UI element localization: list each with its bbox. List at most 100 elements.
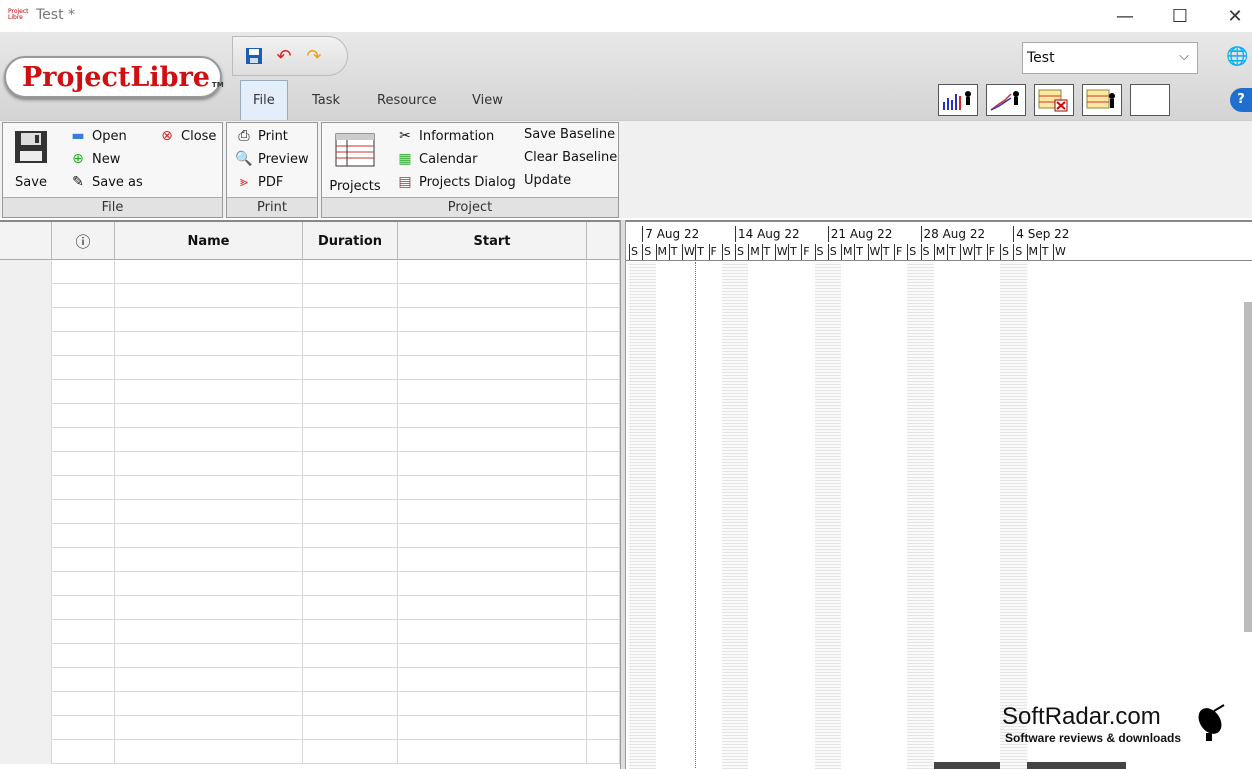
- table-cell[interactable]: [587, 548, 620, 572]
- table-row[interactable]: [0, 452, 620, 476]
- table-cell[interactable]: [398, 452, 587, 476]
- table-cell[interactable]: [52, 356, 115, 380]
- table-cell[interactable]: [115, 476, 303, 500]
- table-row[interactable]: [0, 428, 620, 452]
- table-row[interactable]: [0, 572, 620, 596]
- help-icon[interactable]: ?: [1230, 88, 1252, 112]
- row-header-cell[interactable]: [0, 668, 52, 692]
- tab-task[interactable]: Task: [300, 80, 352, 120]
- table-cell[interactable]: [303, 380, 398, 404]
- table-cell[interactable]: [398, 644, 587, 668]
- table-cell[interactable]: [398, 716, 587, 740]
- table-cell[interactable]: [587, 572, 620, 596]
- clear-baseline-button[interactable]: Clear Baseline: [524, 150, 617, 165]
- extra-column-header[interactable]: [587, 222, 620, 260]
- table-cell[interactable]: [303, 332, 398, 356]
- table-cell[interactable]: [115, 740, 303, 764]
- row-header-cell[interactable]: [0, 380, 52, 404]
- table-cell[interactable]: [398, 428, 587, 452]
- table-cell[interactable]: [52, 620, 115, 644]
- table-cell[interactable]: [115, 668, 303, 692]
- row-header-cell[interactable]: [0, 740, 52, 764]
- row-header-cell[interactable]: [0, 284, 52, 308]
- open-button[interactable]: ▬ Open: [69, 127, 126, 145]
- table-cell[interactable]: [398, 404, 587, 428]
- table-cell[interactable]: [587, 452, 620, 476]
- table-cell[interactable]: [52, 572, 115, 596]
- close-button[interactable]: ⊗ Close: [158, 127, 216, 145]
- empty-view-button[interactable]: [1130, 84, 1170, 116]
- table-cell[interactable]: [587, 284, 620, 308]
- table-cell[interactable]: [398, 284, 587, 308]
- table-row[interactable]: [0, 332, 620, 356]
- row-header-cell[interactable]: [0, 476, 52, 500]
- row-header-cell[interactable]: [0, 260, 52, 284]
- table-cell[interactable]: [303, 572, 398, 596]
- globe-icon[interactable]: 🌐: [1226, 46, 1248, 67]
- row-header-cell[interactable]: [0, 308, 52, 332]
- table-cell[interactable]: [303, 596, 398, 620]
- table-cell[interactable]: [52, 452, 115, 476]
- table-cell[interactable]: [587, 500, 620, 524]
- table-cell[interactable]: [398, 308, 587, 332]
- table-row[interactable]: [0, 404, 620, 428]
- table-cell[interactable]: [115, 644, 303, 668]
- table-cell[interactable]: [115, 548, 303, 572]
- table-row[interactable]: [0, 644, 620, 668]
- table-row[interactable]: [0, 716, 620, 740]
- table-cell[interactable]: [398, 476, 587, 500]
- table-cell[interactable]: [52, 644, 115, 668]
- table-cell[interactable]: [52, 716, 115, 740]
- table-cell[interactable]: [115, 572, 303, 596]
- preview-button[interactable]: 🔍 Preview: [235, 150, 308, 168]
- table-cell[interactable]: [115, 404, 303, 428]
- table-row[interactable]: [0, 740, 620, 764]
- pdf-button[interactable]: ⪢ PDF: [235, 173, 283, 191]
- table-row[interactable]: [0, 356, 620, 380]
- tab-file[interactable]: File: [240, 80, 288, 120]
- new-button[interactable]: ⊕ New: [69, 150, 120, 168]
- row-header-cell[interactable]: [0, 548, 52, 572]
- table-cell[interactable]: [52, 548, 115, 572]
- table-cell[interactable]: [52, 308, 115, 332]
- row-header-cell[interactable]: [0, 524, 52, 548]
- row-header-cell[interactable]: [0, 428, 52, 452]
- row-header-cell[interactable]: [0, 404, 52, 428]
- table-cell[interactable]: [587, 380, 620, 404]
- undo-icon[interactable]: ↶: [273, 45, 295, 67]
- table-row[interactable]: [0, 524, 620, 548]
- table-cell[interactable]: [303, 452, 398, 476]
- table-cell[interactable]: [52, 740, 115, 764]
- table-cell[interactable]: [303, 404, 398, 428]
- table-row[interactable]: [0, 668, 620, 692]
- table-cell[interactable]: [303, 260, 398, 284]
- calendar-button[interactable]: ▦ Calendar: [396, 150, 477, 168]
- redo-icon[interactable]: ↷: [303, 45, 325, 67]
- table-cell[interactable]: [52, 668, 115, 692]
- table-cell[interactable]: [303, 500, 398, 524]
- table-cell[interactable]: [398, 332, 587, 356]
- table-cell[interactable]: [115, 692, 303, 716]
- table-cell[interactable]: [115, 596, 303, 620]
- table-cell[interactable]: [398, 596, 587, 620]
- table-cell[interactable]: [52, 428, 115, 452]
- table-cell[interactable]: [303, 524, 398, 548]
- print-button[interactable]: ⎙ Print: [235, 127, 288, 145]
- table-row[interactable]: [0, 692, 620, 716]
- information-button[interactable]: ✂ Information: [396, 127, 494, 145]
- table-cell[interactable]: [587, 716, 620, 740]
- table-cell[interactable]: [398, 668, 587, 692]
- table-cell[interactable]: [398, 500, 587, 524]
- table-row[interactable]: [0, 548, 620, 572]
- table-cell[interactable]: [115, 380, 303, 404]
- table-cell[interactable]: [587, 524, 620, 548]
- table-cell[interactable]: [303, 308, 398, 332]
- minimize-button[interactable]: —: [1102, 0, 1148, 32]
- table-cell[interactable]: [398, 572, 587, 596]
- close-window-button[interactable]: ✕: [1212, 0, 1252, 32]
- table-cell[interactable]: [398, 548, 587, 572]
- project-selector[interactable]: Test ⌵: [1022, 42, 1198, 74]
- table-cell[interactable]: [587, 308, 620, 332]
- table-cell[interactable]: [115, 716, 303, 740]
- tab-view[interactable]: View: [460, 80, 515, 120]
